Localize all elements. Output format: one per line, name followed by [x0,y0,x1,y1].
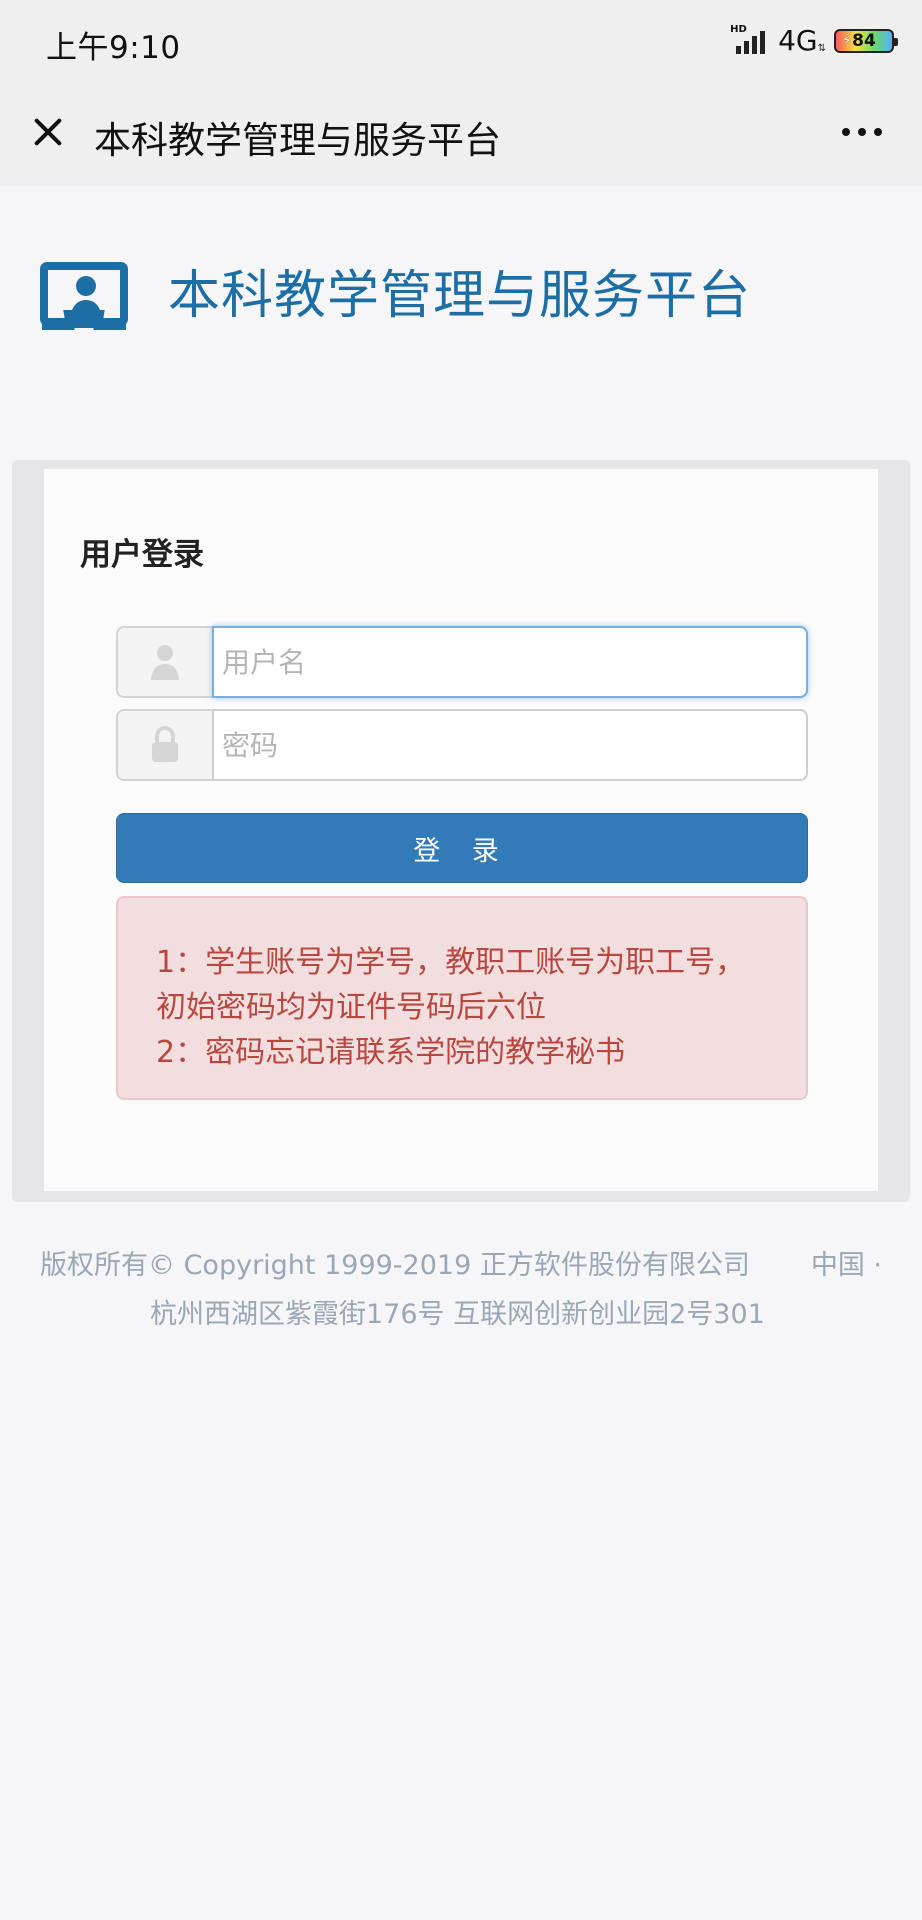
notice-line: 2：密码忘记请联系学院的教学秘书 [156,1035,626,1070]
signal-bar [744,41,750,54]
network-label: 4G [778,24,818,57]
signal-bar [752,36,758,54]
signal-bars [736,31,766,54]
login-panel: 用户登录 用户名 登 录 1：学生账号为学号，教职工账号为职工号，初始密码均为证… [44,469,878,1191]
more-dot [874,128,882,136]
signal-bar [760,31,766,54]
more-icon[interactable] [842,128,882,136]
password-addon [116,709,212,781]
username-field-group [116,626,808,698]
navbar-title: 本科教学管理与服务平台 [94,119,501,162]
battery-level: 84 [852,31,876,51]
user-icon [148,642,182,682]
status-indicators: HD 4G ⇅ ⚡ 84 [730,24,898,58]
battery-icon: ⚡ 84 [834,29,898,53]
footer-copyright: 版权所有© Copyright 1999-2019 正方软件股份有限公司 [40,1250,750,1281]
notice-line: 1：学生账号为学号，教职工账号为职工号，初始密码均为证件号码后六位 [156,945,746,1025]
signal-icon: HD [730,24,770,55]
login-button[interactable]: 登 录 [116,813,808,883]
signal-bar [736,46,742,54]
password-field-group [116,709,808,781]
login-heading: 用户登录 [80,537,204,573]
footer-country: 中国 · [810,1250,882,1281]
username-input[interactable] [212,626,808,698]
login-notice: 1：学生账号为学号，教职工账号为职工号，初始密码均为证件号码后六位 2：密码忘记… [116,896,808,1100]
status-time: 上午9:10 [46,30,181,66]
close-icon[interactable] [26,110,70,154]
platform-title: 本科教学管理与服务平台 [168,266,752,326]
hero-header: 本科教学管理与服务平台 [40,258,751,334]
status-bar: 上午9:10 HD 4G ⇅ ⚡ 84 [0,0,922,82]
network-activity-icon: ⇅ [817,42,826,54]
password-input[interactable] [212,709,808,781]
teaching-platform-logo-icon [40,258,128,334]
more-dot [842,128,850,136]
username-addon [116,626,212,698]
login-container: 用户登录 用户名 登 录 1：学生账号为学号，教职工账号为职工号，初始密码均为证… [12,460,910,1202]
charging-icon: ⚡ [842,33,852,49]
footer-address: 杭州西湖区紫霞街176号 互联网创新创业园2号301 [150,1299,765,1330]
top-navigation-bar: 本科教学管理与服务平台 [0,82,922,186]
lock-icon [148,725,182,765]
more-dot [858,128,866,136]
